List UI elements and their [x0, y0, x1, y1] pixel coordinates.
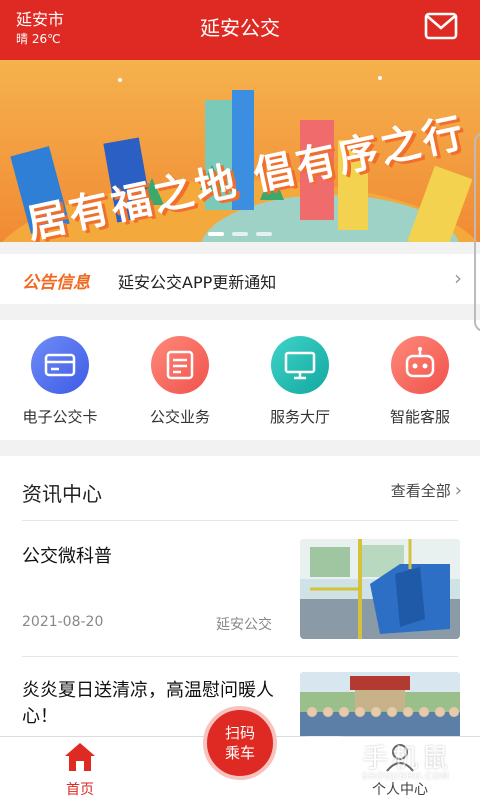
card-icon: [31, 336, 89, 394]
watermark: 手机鼠 SHOUJISHU.COM: [296, 734, 466, 786]
group-photo: [300, 672, 460, 736]
carousel-dot[interactable]: [232, 232, 248, 236]
divider: [22, 520, 458, 521]
chevron-right-icon: ›: [454, 266, 462, 290]
view-all-label: 查看全部: [390, 482, 451, 500]
scan-to-ride-button[interactable]: 扫码 乘车: [203, 706, 277, 780]
edge-swipe-handle[interactable]: [474, 132, 480, 332]
tab-home[interactable]: 首页: [20, 741, 140, 799]
app-header: 延安市 晴 26℃ 延安公交: [0, 0, 480, 60]
home-icon: [65, 743, 95, 771]
news-item-title: 公交微科普: [22, 546, 112, 567]
business-icon: [151, 336, 209, 394]
quick-action-label: 公交业务: [149, 408, 210, 426]
carousel-dot[interactable]: [208, 232, 224, 236]
quick-action-label: 服务大厅: [269, 408, 330, 426]
quick-action-label: 电子公交卡: [22, 408, 98, 426]
page-title: 延安公交: [200, 16, 280, 40]
bus-interior-photo: [300, 539, 460, 639]
scan-label-line2: 乘车: [224, 744, 255, 762]
carousel-indicator: [0, 221, 480, 236]
view-all-link[interactable]: 查看全部 ›: [391, 480, 462, 501]
mouse-logo-icon: [298, 736, 350, 780]
quick-action-service-hall[interactable]: 服务大厅: [240, 336, 360, 427]
quick-action-business[interactable]: 公交业务: [120, 336, 240, 427]
robot-icon: [391, 336, 449, 394]
quick-actions: 电子公交卡 公交业务 服务大厅 智能客服: [0, 320, 480, 440]
promo-banner[interactable]: 居有福之地 倡有序之行: [0, 60, 480, 242]
mail-icon[interactable]: [424, 12, 458, 40]
news-section: 资讯中心 查看全部 › 公交微科普 2021-08-20 延安公交 炎炎夏日送清凉…: [0, 456, 480, 736]
notice-bar[interactable]: 公告信息 延安公交APP更新通知 ›: [0, 254, 480, 304]
quick-action-smart-service[interactable]: 智能客服: [360, 336, 480, 427]
news-item-source: 延安公交: [216, 617, 272, 633]
scan-label-line1: 扫码: [224, 724, 255, 742]
quick-action-label: 智能客服: [389, 408, 450, 426]
divider: [22, 656, 458, 657]
notice-text[interactable]: 延安公交APP更新通知: [118, 269, 276, 293]
monitor-icon: [271, 336, 329, 394]
news-heading: 资讯中心: [22, 482, 102, 506]
watermark-text: 手机鼠: [362, 744, 453, 774]
watermark-subtext: SHOUJISHU.COM: [362, 772, 450, 782]
tab-home-label: 首页: [66, 782, 94, 798]
quick-action-ecard[interactable]: 电子公交卡: [0, 336, 120, 427]
chevron-right-icon: ›: [454, 480, 462, 501]
notice-tag: 公告信息: [22, 273, 90, 293]
carousel-dot[interactable]: [256, 232, 272, 236]
news-item-date: 2021-08-20: [22, 614, 104, 630]
